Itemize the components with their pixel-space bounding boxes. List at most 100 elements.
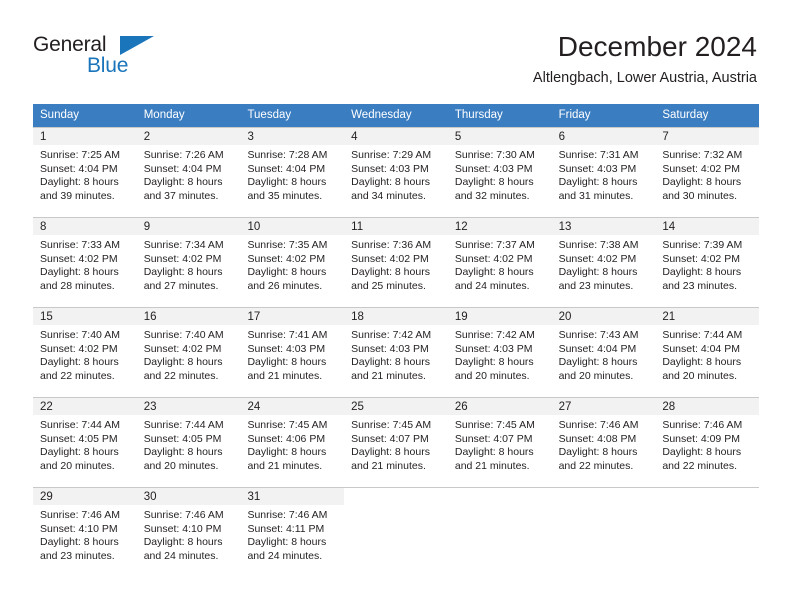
day-number: 13: [551, 218, 656, 235]
day-cell[interactable]: 22 Sunrise: 7:44 AM Sunset: 4:05 PM Dayl…: [33, 398, 137, 487]
day-cell[interactable]: 11 Sunrise: 7:36 AM Sunset: 4:02 PM Dayl…: [344, 218, 448, 307]
daylight-text-line1: Daylight: 8 hours: [40, 446, 119, 459]
day-number: 17: [240, 308, 345, 325]
sunset-text: Sunset: 4:03 PM: [454, 342, 533, 355]
daylight-text-line2: and 23 minutes.: [558, 279, 634, 292]
daylight-text-line1: Daylight: 8 hours: [247, 536, 327, 549]
sunrise-text: Sunrise: 7:46 AM: [247, 509, 328, 521]
day-cell[interactable]: 27 Sunrise: 7:46 AM Sunset: 4:08 PM Dayl…: [551, 398, 656, 487]
day-cell[interactable]: 2 Sunrise: 7:26 AM Sunset: 4:04 PM Dayli…: [136, 128, 241, 217]
day-cell[interactable]: 16 Sunrise: 7:40 AM Sunset: 4:02 PM Dayl…: [136, 308, 241, 397]
daylight-text-line2: and 20 minutes.: [558, 369, 634, 382]
sunset-text: Sunset: 4:04 PM: [143, 162, 222, 175]
day-cell[interactable]: 25 Sunrise: 7:45 AM Sunset: 4:07 PM Dayl…: [344, 398, 448, 487]
day-cell[interactable]: 4 Sunrise: 7:29 AM Sunset: 4:03 PM Dayli…: [344, 128, 448, 217]
sunrise-text: Sunrise: 7:43 AM: [558, 329, 639, 341]
day-number: 5: [447, 128, 552, 145]
day-cell[interactable]: 19 Sunrise: 7:42 AM Sunset: 4:03 PM Dayl…: [447, 308, 552, 397]
sunrise-text: Sunrise: 7:31 AM: [558, 149, 639, 161]
daylight-text-line2: and 39 minutes.: [40, 189, 115, 202]
day-number: 4: [344, 128, 448, 145]
day-number: 8: [33, 218, 137, 235]
daylight-text-line1: Daylight: 8 hours: [454, 266, 534, 279]
day-cell[interactable]: 24 Sunrise: 7:45 AM Sunset: 4:06 PM Dayl…: [240, 398, 345, 487]
sunset-text: Sunset: 4:04 PM: [558, 342, 637, 355]
day-details: Sunrise: 7:44 AM Sunset: 4:05 PM Dayligh…: [137, 415, 241, 473]
sunrise-text: Sunrise: 7:40 AM: [143, 329, 224, 341]
day-details: Sunrise: 7:44 AM Sunset: 4:04 PM Dayligh…: [655, 325, 759, 383]
calendar-page: General Blue December 2024 Altlengbach, …: [0, 0, 792, 612]
sunrise-text: Sunrise: 7:44 AM: [40, 419, 120, 431]
daylight-text-line2: and 20 minutes.: [40, 459, 115, 472]
daylight-text-line1: Daylight: 8 hours: [40, 176, 119, 189]
day-cell[interactable]: 5 Sunrise: 7:30 AM Sunset: 4:03 PM Dayli…: [447, 128, 552, 217]
day-number: [344, 488, 448, 505]
day-cell[interactable]: 1 Sunrise: 7:25 AM Sunset: 4:04 PM Dayli…: [33, 128, 137, 217]
day-cell[interactable]: 7 Sunrise: 7:32 AM Sunset: 4:02 PM Dayli…: [655, 128, 760, 217]
day-number: 1: [33, 128, 137, 145]
daylight-text-line1: Daylight: 8 hours: [662, 176, 742, 189]
day-cell[interactable]: 28 Sunrise: 7:46 AM Sunset: 4:09 PM Dayl…: [655, 398, 760, 487]
sunset-text: Sunset: 4:07 PM: [351, 432, 429, 445]
day-cell[interactable]: 10 Sunrise: 7:35 AM Sunset: 4:02 PM Dayl…: [240, 218, 345, 307]
daylight-text-line1: Daylight: 8 hours: [662, 356, 742, 369]
day-cell[interactable]: 17 Sunrise: 7:41 AM Sunset: 4:03 PM Dayl…: [240, 308, 345, 397]
day-cell[interactable]: 14 Sunrise: 7:39 AM Sunset: 4:02 PM Dayl…: [655, 218, 760, 307]
sunset-text: Sunset: 4:11 PM: [247, 522, 325, 535]
daylight-text-line2: and 24 minutes.: [454, 279, 530, 292]
daylight-text-line2: and 20 minutes.: [454, 369, 530, 382]
day-cell[interactable]: 26 Sunrise: 7:45 AM Sunset: 4:07 PM Dayl…: [447, 398, 552, 487]
day-number: 11: [344, 218, 448, 235]
sunset-text: Sunset: 4:03 PM: [351, 342, 429, 355]
day-details: Sunrise: 7:34 AM Sunset: 4:02 PM Dayligh…: [137, 235, 241, 293]
general-blue-logo[interactable]: General Blue: [33, 32, 233, 84]
day-cell[interactable]: 20 Sunrise: 7:43 AM Sunset: 4:04 PM Dayl…: [551, 308, 656, 397]
day-cell[interactable]: 8 Sunrise: 7:33 AM Sunset: 4:02 PM Dayli…: [33, 218, 137, 307]
day-number: 10: [240, 218, 345, 235]
daylight-text-line1: Daylight: 8 hours: [143, 266, 223, 279]
daylight-text-line1: Daylight: 8 hours: [40, 356, 119, 369]
day-number: 24: [240, 398, 345, 415]
day-cell[interactable]: 9 Sunrise: 7:34 AM Sunset: 4:02 PM Dayli…: [136, 218, 241, 307]
day-cell[interactable]: 12 Sunrise: 7:37 AM Sunset: 4:02 PM Dayl…: [447, 218, 552, 307]
sunrise-text: Sunrise: 7:46 AM: [40, 509, 120, 521]
day-details: Sunrise: 7:40 AM Sunset: 4:02 PM Dayligh…: [137, 325, 241, 383]
location-subtitle: Altlengbach, Lower Austria, Austria: [532, 70, 757, 86]
logo-text-blue: Blue: [87, 54, 129, 77]
sunset-text: Sunset: 4:09 PM: [662, 432, 740, 445]
weekday-header-sunday: Sunday: [40, 109, 80, 121]
sunrise-text: Sunrise: 7:32 AM: [662, 149, 743, 161]
sunrise-text: Sunrise: 7:36 AM: [351, 239, 432, 251]
daylight-text-line2: and 22 minutes.: [558, 459, 634, 472]
day-cell[interactable]: 18 Sunrise: 7:42 AM Sunset: 4:03 PM Dayl…: [344, 308, 448, 397]
sunrise-text: Sunrise: 7:37 AM: [454, 239, 535, 251]
sunset-text: Sunset: 4:10 PM: [143, 522, 222, 535]
day-cell[interactable]: 21 Sunrise: 7:44 AM Sunset: 4:04 PM Dayl…: [655, 308, 760, 397]
day-details: Sunrise: 7:35 AM Sunset: 4:02 PM Dayligh…: [240, 235, 344, 293]
day-cell[interactable]: 3 Sunrise: 7:28 AM Sunset: 4:04 PM Dayli…: [240, 128, 345, 217]
daylight-text-line2: and 22 minutes.: [662, 459, 738, 472]
day-cell[interactable]: 31 Sunrise: 7:46 AM Sunset: 4:11 PM Dayl…: [240, 488, 345, 577]
daylight-text-line2: and 25 minutes.: [351, 279, 426, 292]
day-cell[interactable]: 23 Sunrise: 7:44 AM Sunset: 4:05 PM Dayl…: [136, 398, 241, 487]
sunset-text: Sunset: 4:02 PM: [143, 342, 222, 355]
day-number: 3: [240, 128, 345, 145]
day-cell[interactable]: 30 Sunrise: 7:46 AM Sunset: 4:10 PM Dayl…: [136, 488, 241, 577]
day-number: 19: [447, 308, 552, 325]
daylight-text-line1: Daylight: 8 hours: [351, 446, 430, 459]
day-number: 18: [344, 308, 448, 325]
sunset-text: Sunset: 4:10 PM: [40, 522, 118, 535]
day-number: 21: [655, 308, 760, 325]
day-cell[interactable]: 15 Sunrise: 7:40 AM Sunset: 4:02 PM Dayl…: [33, 308, 137, 397]
sunset-text: Sunset: 4:02 PM: [143, 252, 222, 265]
daylight-text-line1: Daylight: 8 hours: [454, 176, 534, 189]
sunset-text: Sunset: 4:05 PM: [143, 432, 222, 445]
day-details: Sunrise: 7:42 AM Sunset: 4:03 PM Dayligh…: [448, 325, 552, 383]
day-cell[interactable]: 13 Sunrise: 7:38 AM Sunset: 4:02 PM Dayl…: [551, 218, 656, 307]
daylight-text-line1: Daylight: 8 hours: [558, 266, 638, 279]
day-cell[interactable]: 29 Sunrise: 7:46 AM Sunset: 4:10 PM Dayl…: [33, 488, 137, 577]
day-details: Sunrise: 7:45 AM Sunset: 4:07 PM Dayligh…: [448, 415, 552, 473]
day-details: Sunrise: 7:31 AM Sunset: 4:03 PM Dayligh…: [552, 145, 656, 203]
daylight-text-line1: Daylight: 8 hours: [40, 266, 119, 279]
day-cell[interactable]: 6 Sunrise: 7:31 AM Sunset: 4:03 PM Dayli…: [551, 128, 656, 217]
